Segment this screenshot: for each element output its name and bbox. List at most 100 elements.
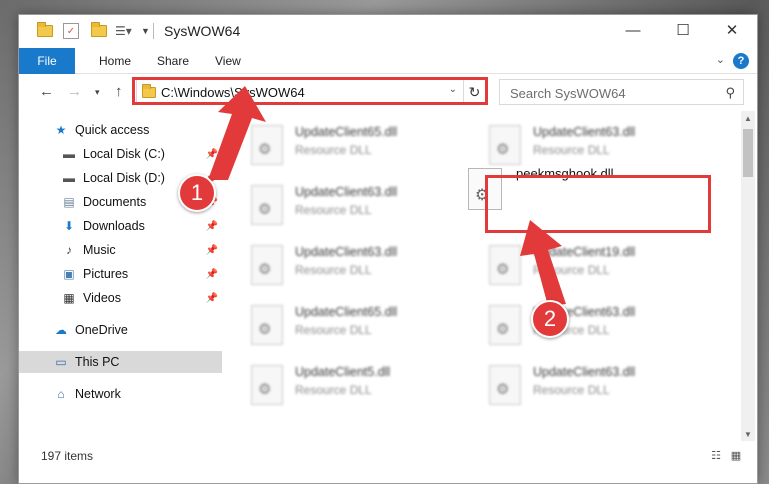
file-item[interactable]: ⚙ UpdateClient63.dll Resource DLL	[489, 361, 709, 411]
navigation-pane: ★ Quick access ▬ Local Disk (C:) 📌 ▬ Loc…	[19, 111, 222, 441]
sidebar-item-label: Network	[75, 387, 121, 401]
step-1-badge: 1	[178, 174, 216, 212]
file-name: UpdateClient5.dll	[295, 365, 391, 379]
dll-file-icon: ⚙	[251, 185, 283, 225]
sidebar-item-label: Local Disk (C:)	[83, 147, 165, 161]
pin-icon[interactable]: 📌	[206, 293, 218, 304]
file-name: UpdateClient63.dll	[533, 365, 636, 379]
documents-icon: ▤	[63, 195, 75, 209]
dll-file-icon: ⚙	[489, 305, 521, 345]
file-type: Resource DLL	[533, 383, 610, 397]
close-button[interactable]: ✕	[709, 15, 755, 45]
search-box[interactable]: Search SysWOW64 ⚲	[499, 79, 744, 105]
pin-icon[interactable]: 📌	[206, 221, 218, 232]
step-2-badge: 2	[531, 300, 569, 338]
pin-icon[interactable]: 📌	[206, 149, 218, 160]
file-item[interactable]: ⚙ UpdateClient19.dll Resource DLL	[489, 241, 709, 291]
file-item[interactable]: ⚙ UpdateClient63.dll Resource DLL	[251, 181, 471, 231]
sidebar-item-quick-access[interactable]: ★ Quick access	[19, 119, 222, 141]
file-type: Resource DLL	[295, 383, 372, 397]
downloads-icon: ⬇	[63, 219, 75, 233]
pin-icon[interactable]: 📌	[206, 269, 218, 280]
scrollbar-thumb[interactable]	[743, 129, 753, 177]
file-name: UpdateClient63.dll	[533, 125, 636, 139]
sidebar-item-videos[interactable]: ▦ Videos 📌	[19, 287, 222, 309]
window-title: SysWOW64	[164, 23, 241, 39]
chevron-down-icon[interactable]: ▼	[141, 23, 150, 39]
scroll-up-icon[interactable]: ▲	[741, 111, 755, 125]
sidebar-item-this-pc[interactable]: ▭ This PC	[19, 351, 222, 373]
sidebar-item-label: Documents	[83, 195, 147, 209]
tab-home[interactable]: Home	[99, 48, 131, 74]
expand-ribbon-icon[interactable]: ⌄	[716, 53, 725, 66]
pictures-icon: ▣	[63, 267, 75, 281]
search-icon[interactable]: ⚲	[725, 85, 735, 101]
dll-file-icon: ⚙	[251, 305, 283, 345]
sidebar-item-local-disk-c[interactable]: ▬ Local Disk (C:) 📌	[19, 143, 222, 165]
address-bar-highlight	[132, 77, 488, 105]
file-item[interactable]: ⚙ UpdateClient63.dll Resource DLL	[489, 301, 709, 351]
dll-file-icon: ⚙	[489, 365, 521, 405]
file-type: Resource DLL	[533, 143, 610, 157]
file-item[interactable]: ⚙ UpdateClient5.dll Resource DLL	[251, 361, 471, 411]
folder-icon[interactable]	[37, 22, 53, 39]
file-type: Resource DLL	[295, 203, 372, 217]
star-icon: ★	[55, 123, 67, 137]
file-name: UpdateClient65.dll	[295, 305, 398, 319]
tab-file[interactable]: File	[19, 48, 75, 74]
network-icon: ⌂	[57, 387, 65, 401]
up-arrow-icon[interactable]: ↑	[115, 83, 123, 100]
back-arrow-icon[interactable]: ←	[39, 83, 54, 100]
properties-icon[interactable]: ✓	[63, 23, 79, 39]
dll-file-icon: ⚙	[251, 125, 283, 165]
sidebar-item-label: This PC	[75, 355, 120, 369]
file-type: Resource DLL	[295, 143, 372, 157]
file-highlight	[485, 175, 711, 233]
recent-locations-icon[interactable]: ▾	[95, 87, 100, 98]
drive-icon: ▬	[63, 147, 75, 161]
sidebar-item-label: Quick access	[75, 123, 150, 137]
dll-file-icon: ⚙	[251, 245, 283, 285]
large-icons-view-icon[interactable]: ▦	[729, 449, 743, 462]
sidebar-item-label: Local Disk (D:)	[83, 171, 165, 185]
dll-file-icon: ⚙	[489, 245, 521, 285]
file-item[interactable]: ⚙ UpdateClient65.dll Resource DLL	[251, 301, 471, 351]
new-folder-icon[interactable]	[91, 22, 107, 39]
forward-arrow-icon[interactable]: →	[67, 83, 82, 100]
videos-icon: ▦	[63, 291, 75, 305]
file-item[interactable]: ⚙ UpdateClient63.dll Resource DLL	[251, 241, 471, 291]
file-item[interactable]: ⚙ UpdateClient65.dll Resource DLL	[251, 121, 471, 171]
pin-icon[interactable]: 📌	[206, 245, 218, 256]
sidebar-item-label: OneDrive	[75, 323, 128, 337]
drive-icon: ▬	[63, 171, 75, 185]
search-input[interactable]: Search SysWOW64	[510, 86, 626, 101]
file-type: Resource DLL	[295, 323, 372, 337]
dll-file-icon: ⚙	[251, 365, 283, 405]
sidebar-item-label: Videos	[83, 291, 121, 305]
file-type: Resource DLL	[533, 263, 610, 277]
tab-share[interactable]: Share	[157, 48, 189, 74]
sidebar-item-onedrive[interactable]: ☁ OneDrive	[19, 319, 222, 341]
sidebar-item-label: Downloads	[83, 219, 145, 233]
sidebar-item-downloads[interactable]: ⬇ Downloads 📌	[19, 215, 222, 237]
details-view-icon[interactable]: ☷	[709, 449, 723, 462]
file-name: UpdateClient63.dll	[295, 245, 398, 259]
title-bar: ✓ ☰▾ ▼ SysWOW64 — ☐ ✕	[19, 15, 757, 47]
sidebar-item-music[interactable]: ♪ Music 📌	[19, 239, 222, 261]
maximize-button[interactable]: ☐	[660, 15, 706, 45]
status-bar: 197 items ☷ ▦	[19, 441, 757, 471]
ribbon: File Home Share View ⌄ ?	[19, 48, 757, 74]
customize-toolbar-icon[interactable]: ☰▾	[115, 23, 132, 39]
file-type: Resource DLL	[295, 263, 372, 277]
tab-view[interactable]: View	[215, 48, 241, 74]
file-list: ⚙ UpdateClient65.dll Resource DLL ⚙ Upda…	[223, 111, 741, 441]
item-count: 197 items	[41, 449, 94, 463]
minimize-button[interactable]: —	[610, 15, 656, 45]
sidebar-item-pictures[interactable]: ▣ Pictures 📌	[19, 263, 222, 285]
pc-icon: ▭	[55, 355, 67, 369]
vertical-scrollbar[interactable]: ▲ ▼	[741, 111, 755, 441]
scroll-down-icon[interactable]: ▼	[741, 427, 755, 441]
sidebar-item-network[interactable]: ⌂ Network	[19, 383, 222, 405]
sidebar-item-label: Pictures	[83, 267, 129, 281]
help-button[interactable]: ?	[733, 53, 749, 69]
